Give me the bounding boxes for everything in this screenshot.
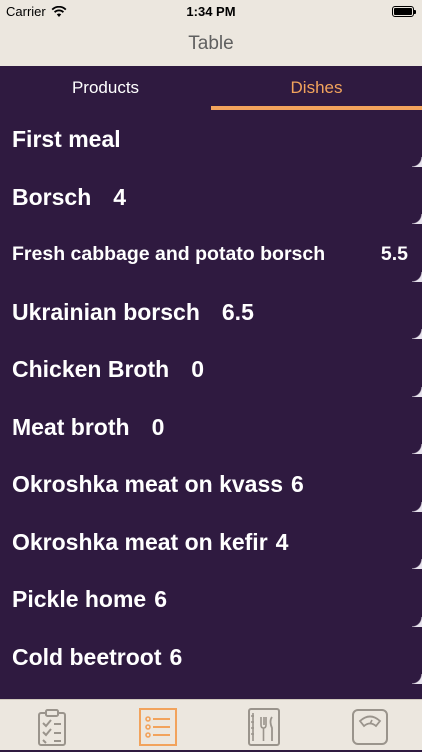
battery-fill [394,8,412,15]
list-item[interactable]: Pickle home 6 [0,571,422,629]
row-corner-decoration [412,386,422,397]
item-name: Borsch [12,183,92,210]
item-name: Pickle home [12,586,147,612]
item-name: Okroshka meat on kvass [12,471,284,497]
bottom-tab-bar [0,699,422,750]
selected-tab-indicator [211,106,422,110]
list-item[interactable]: Meat broth 0 [0,399,422,457]
item-value: 5.5 [380,243,408,265]
tab-bar-item-scale[interactable] [350,707,390,747]
segment-tabs: Products Dishes [0,66,422,110]
row-corner-decoration [412,501,422,512]
tab-products[interactable]: Products [0,66,211,110]
tab-bar-item-list[interactable] [138,707,178,747]
item-name: Chicken Broth [12,356,170,382]
row-corner-decoration [412,329,422,339]
row-corner-decoration [412,444,422,454]
item-value: 0 [191,356,204,382]
list-item[interactable]: Chicken Broth 0 [0,341,422,399]
item-name: Fresh cabbage and potato borsch [12,243,326,265]
item-name: Meat broth [12,413,130,440]
list-item[interactable]: First meal [0,111,422,169]
item-value: 6 [154,586,168,612]
tab-dishes[interactable]: Dishes [211,66,422,110]
list-item[interactable]: Ukrainian borsch 6.5 [0,284,422,342]
tab-bar-item-checklist[interactable] [32,707,72,747]
list-item[interactable]: Borsch 4 [0,169,422,227]
row-corner-decoration [412,156,422,167]
row-corner-decoration [412,674,422,684]
item-name: Okroshka meat on kefir [12,528,268,555]
status-time: 1:34 PM [186,4,236,19]
dishes-list[interactable]: First meal Borsch 4 Fresh cabbage and pot… [0,111,422,699]
item-name: Ukrainian borsch [12,298,200,325]
row-corner-decoration [412,559,422,569]
item-value: 6 [291,471,304,497]
list-item[interactable]: Cold beetroot 6 [0,629,422,687]
item-name: Cold beetroot [12,643,162,670]
clipboard-checklist-icon [38,709,66,746]
item-value: 0 [151,413,165,440]
item-value: 6 [169,643,183,670]
item-name: First meal [12,126,121,152]
row-corner-decoration [412,616,422,627]
navigation-bar: Table [0,24,422,66]
row-corner-decoration [412,214,422,224]
list-icon [139,708,177,746]
item-value: 6.5 [221,298,254,325]
list-item[interactable]: Okroshka meat on kvass 6 [0,456,422,514]
status-bar: Carrier 1:34 PM [0,0,422,24]
battery-nub [414,10,416,14]
scale-icon [352,709,388,745]
menu-book-icon [248,708,280,746]
page-title: Table [188,33,234,54]
list-item[interactable]: Fresh cabbage and potato borsch 5.5 [0,226,422,284]
item-value: 4 [113,183,127,210]
list-item[interactable]: Okroshka meat on kefir 4 [0,514,422,572]
row-corner-decoration [412,271,422,282]
tab-bar-item-menu[interactable] [244,707,284,747]
battery-icon [392,6,416,17]
item-value: 4 [275,528,289,555]
